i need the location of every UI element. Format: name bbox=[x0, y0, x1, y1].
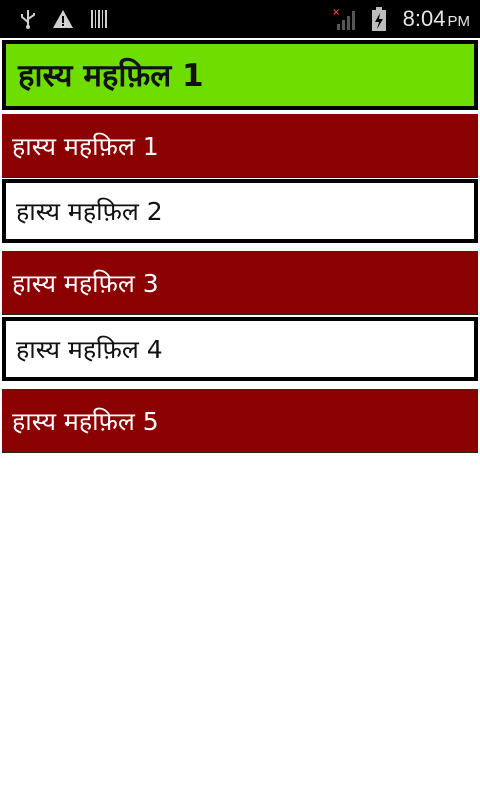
list-item-label: हास्य महफ़िल 4 bbox=[16, 335, 163, 364]
list-item-label: हास्य महफ़िल 2 bbox=[16, 197, 163, 226]
list-item-5[interactable]: हास्य महफ़िल 5 bbox=[2, 389, 478, 453]
list-item-label: हास्य महफ़िल 5 bbox=[12, 406, 159, 436]
list-item-1[interactable]: हास्य महफ़िल 1 bbox=[2, 114, 478, 178]
warning-icon bbox=[50, 0, 76, 38]
list-item-label: हास्य महफ़िल 3 bbox=[12, 268, 159, 298]
battery-charging-icon bbox=[368, 0, 390, 38]
list-item-label: हास्य महफ़िल 1 bbox=[12, 131, 159, 161]
usb-icon bbox=[16, 0, 40, 38]
barcode-icon bbox=[88, 0, 110, 38]
list-item-4[interactable]: हास्य महफ़िल 4 bbox=[2, 317, 478, 381]
status-bar: × 8:04 PM bbox=[0, 0, 480, 38]
list-item-3[interactable]: हास्य महफ़िल 3 bbox=[2, 251, 478, 315]
page-title: हास्य महफ़िल 1 bbox=[6, 44, 474, 106]
no-signal-icon: × bbox=[330, 0, 360, 38]
svg-text:×: × bbox=[332, 7, 340, 18]
status-time: 8:04 PM bbox=[403, 0, 470, 38]
status-time-value: 8:04 bbox=[402, 6, 446, 31]
status-time-ampm: PM bbox=[447, 13, 471, 30]
list-container: हास्य महफ़िल 1 हास्य महफ़िल 1 हास्य महफ़… bbox=[0, 38, 480, 800]
list-item-2[interactable]: हास्य महफ़िल 2 bbox=[2, 179, 478, 243]
title-header: हास्य महफ़िल 1 bbox=[2, 40, 478, 110]
